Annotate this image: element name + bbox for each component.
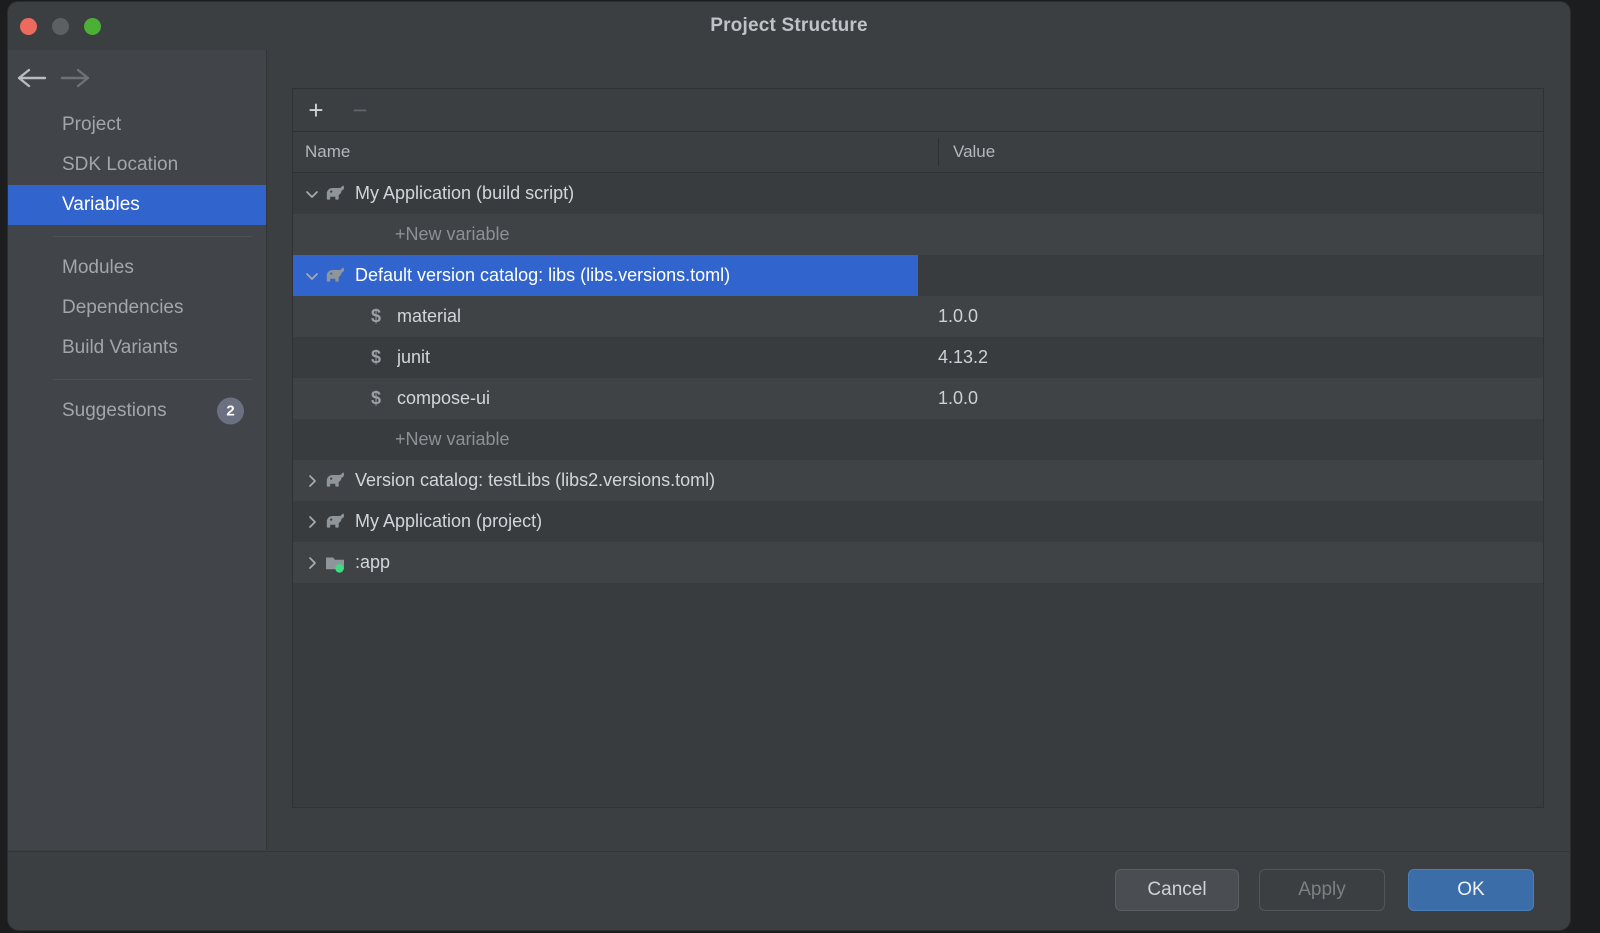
- table-body: My Application (build script) +New varia…: [293, 173, 1543, 808]
- row-label: :app: [355, 542, 390, 583]
- table-row[interactable]: $ material 1.0.0: [293, 296, 1543, 337]
- sidebar-item-label: Project: [62, 114, 121, 135]
- value-cell[interactable]: 1.0.0: [938, 378, 978, 419]
- column-header-value[interactable]: Value: [953, 132, 995, 172]
- table-header: Name Value: [293, 132, 1543, 173]
- row-label: My Application (build script): [355, 173, 574, 214]
- sidebar-item-build-variants[interactable]: Build Variants: [8, 328, 266, 368]
- sidebar-item-label: Modules: [62, 257, 134, 278]
- dialog-footer: Cancel Apply OK: [8, 851, 1570, 930]
- sidebar-item-label: SDK Location: [62, 154, 178, 175]
- name-cell: $ junit: [293, 337, 958, 378]
- name-cell: My Application (build script): [293, 173, 918, 214]
- name-cell: +New variable: [293, 214, 958, 255]
- sidebar-item-label: Suggestions: [62, 400, 167, 421]
- sidebar-item-modules[interactable]: Modules: [8, 248, 266, 288]
- table-row[interactable]: My Application (build script): [293, 173, 1543, 214]
- name-cell: Version catalog: testLibs (libs2.version…: [293, 460, 918, 501]
- table-row[interactable]: $ junit 4.13.2: [293, 337, 1543, 378]
- variables-table-panel: + − Name Value: [292, 88, 1544, 808]
- apply-button: Apply: [1259, 869, 1385, 911]
- window-title: Project Structure: [8, 2, 1570, 50]
- column-divider[interactable]: [938, 138, 939, 166]
- new-variable-link[interactable]: +New variable: [395, 214, 510, 255]
- name-cell: :app: [293, 542, 918, 583]
- name-cell: $ material: [293, 296, 958, 337]
- table-row[interactable]: Default version catalog: libs (libs.vers…: [293, 255, 1543, 296]
- table-row[interactable]: +New variable: [293, 419, 1543, 460]
- main-panel: + − Name Value: [267, 50, 1570, 850]
- suggestions-count-badge: 2: [217, 398, 244, 425]
- project-structure-window: Project Structure Project: [8, 2, 1570, 930]
- add-variable-button[interactable]: +: [297, 89, 335, 130]
- row-label: Default version catalog: libs (libs.vers…: [355, 255, 730, 296]
- table-row[interactable]: +New variable: [293, 214, 1543, 255]
- row-label: material: [397, 296, 461, 337]
- sidebar-nav-list: Project SDK Location Variables Modules D…: [8, 105, 266, 431]
- sidebar-divider-1: [53, 236, 252, 237]
- icon-placeholder: [363, 427, 389, 453]
- module-folder-icon: [323, 550, 349, 576]
- variables-toolbar: + −: [293, 89, 1543, 132]
- value-cell[interactable]: 1.0.0: [938, 296, 978, 337]
- name-cell: My Application (project): [293, 501, 918, 542]
- table-row[interactable]: :app: [293, 542, 1543, 583]
- screen-root: Project Structure Project: [0, 0, 1600, 933]
- gradle-elephant-icon: [323, 468, 349, 494]
- sidebar-item-suggestions[interactable]: Suggestions 2: [8, 391, 266, 431]
- value-cell[interactable]: 4.13.2: [938, 337, 988, 378]
- sidebar-divider-2: [53, 379, 252, 380]
- variable-dollar-icon: $: [363, 378, 389, 419]
- row-label: junit: [397, 337, 430, 378]
- sidebar-item-dependencies[interactable]: Dependencies: [8, 288, 266, 328]
- nav-arrows: [8, 50, 266, 105]
- cancel-button[interactable]: Cancel: [1115, 869, 1239, 911]
- arrow-left-icon[interactable]: [15, 62, 49, 94]
- name-cell: $ compose-ui: [293, 378, 958, 419]
- variable-dollar-icon: $: [363, 337, 389, 378]
- row-label: My Application (project): [355, 501, 542, 542]
- remove-variable-button: −: [341, 89, 379, 130]
- title-bar: Project Structure: [8, 2, 1570, 50]
- sidebar-item-variables[interactable]: Variables: [8, 185, 266, 225]
- arrow-right-icon[interactable]: [58, 62, 92, 94]
- chevron-right-icon[interactable]: [301, 474, 323, 488]
- gradle-elephant-icon: [323, 509, 349, 535]
- table-row[interactable]: Version catalog: testLibs (libs2.version…: [293, 460, 1543, 501]
- table-row[interactable]: My Application (project): [293, 501, 1543, 542]
- sidebar-item-label: Variables: [62, 194, 140, 215]
- name-cell: +New variable: [293, 419, 958, 460]
- chevron-down-icon[interactable]: [301, 187, 323, 201]
- chevron-down-icon[interactable]: [301, 269, 323, 283]
- sidebar-item-sdk-location[interactable]: SDK Location: [8, 145, 266, 185]
- chevron-right-icon[interactable]: [301, 556, 323, 570]
- gradle-elephant-icon: [323, 181, 349, 207]
- variable-dollar-icon: $: [363, 296, 389, 337]
- sidebar: Project SDK Location Variables Modules D…: [8, 50, 267, 850]
- new-variable-link[interactable]: +New variable: [395, 419, 510, 460]
- sidebar-item-label: Build Variants: [62, 337, 178, 358]
- ok-button[interactable]: OK: [1408, 869, 1534, 911]
- sidebar-item-label: Dependencies: [62, 297, 183, 318]
- name-cell: Default version catalog: libs (libs.vers…: [293, 255, 918, 296]
- sidebar-item-project[interactable]: Project: [8, 105, 266, 145]
- chevron-right-icon[interactable]: [301, 515, 323, 529]
- gradle-elephant-icon: [323, 263, 349, 289]
- icon-placeholder: [363, 222, 389, 248]
- column-header-name[interactable]: Name: [305, 132, 350, 172]
- row-label: Version catalog: testLibs (libs2.version…: [355, 460, 715, 501]
- row-label: compose-ui: [397, 378, 490, 419]
- table-row[interactable]: $ compose-ui 1.0.0: [293, 378, 1543, 419]
